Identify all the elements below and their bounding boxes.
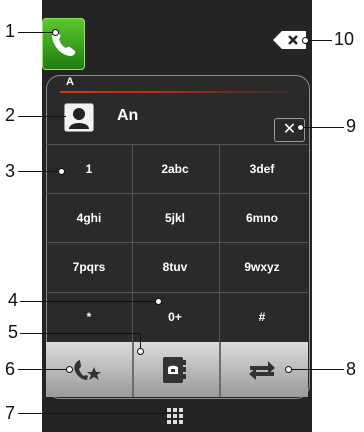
callout-label: 1: [5, 21, 16, 41]
callout-line: [18, 413, 168, 414]
key-8[interactable]: 8tuv: [132, 242, 218, 291]
key-0[interactable]: 0+: [132, 292, 218, 341]
contact-silhouette-icon: [69, 108, 89, 129]
callout-line: [305, 40, 332, 41]
contact-picture[interactable]: [64, 103, 94, 132]
callout-label: 4: [8, 290, 19, 310]
grid-icon: [167, 408, 183, 424]
callout-line: [18, 171, 60, 172]
callout-line: [20, 301, 158, 302]
callout-label: 7: [5, 403, 16, 423]
key-hash[interactable]: #: [219, 292, 305, 341]
key-6[interactable]: 6mno: [219, 193, 305, 242]
callout-line: [300, 127, 344, 128]
group-letter: A: [66, 76, 74, 88]
key-2[interactable]: 2abc: [132, 144, 218, 193]
action-separator: [132, 342, 134, 397]
swap-arrows-icon: [249, 361, 275, 380]
key-5[interactable]: 5jkl: [132, 193, 218, 242]
favorites-button[interactable]: [70, 357, 104, 383]
callout-dot: [137, 348, 144, 355]
callout-label: 9: [346, 116, 357, 136]
callout-dot: [58, 168, 65, 175]
contacts-button[interactable]: [162, 356, 186, 384]
key-7[interactable]: 7pqrs: [46, 242, 132, 291]
callout-dot: [155, 298, 162, 305]
callout-label: 10: [334, 29, 355, 49]
phone-star-icon: [74, 360, 101, 380]
callout-line: [18, 32, 54, 33]
callout-line: [20, 333, 140, 334]
clear-x-icon: ✕: [282, 121, 297, 138]
callout-line: [18, 116, 66, 117]
keypad-toggle-button[interactable]: [167, 408, 183, 424]
key-3[interactable]: 3def: [219, 144, 305, 193]
callout-dot: [66, 366, 73, 373]
callout-dot: [302, 37, 309, 44]
callout-label: 6: [5, 359, 16, 379]
callout-line: [288, 369, 344, 370]
action-separator: [219, 342, 221, 397]
switch-button[interactable]: [248, 358, 276, 382]
contacts-book-icon: [163, 357, 186, 383]
callout-label: 5: [8, 322, 19, 342]
callout-label: 3: [5, 161, 16, 181]
callout-label: 8: [346, 359, 357, 379]
callout-dot: [52, 29, 59, 36]
contact-name[interactable]: An: [117, 107, 138, 125]
callout-label: 2: [5, 105, 16, 125]
callout-dot: [297, 124, 304, 131]
key-9[interactable]: 9wxyz: [219, 242, 305, 291]
call-button[interactable]: [42, 18, 85, 70]
callout-dot: [285, 366, 292, 373]
key-4[interactable]: 4ghi: [46, 193, 132, 242]
callout-line: [18, 369, 68, 370]
group-divider: [60, 91, 300, 93]
